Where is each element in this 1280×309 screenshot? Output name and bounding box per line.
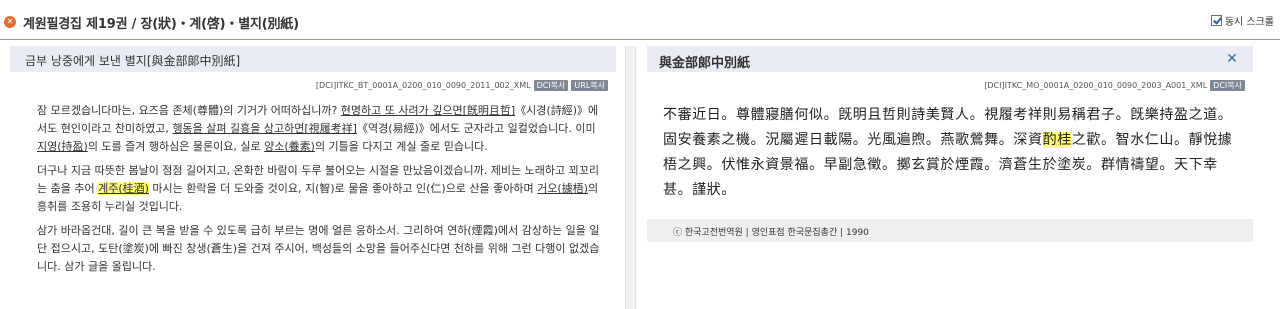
original-panel: 與金部郞中別紙 ✕ [DCI]ITKC_MO_0001A_0200_010_00… xyxy=(647,46,1253,309)
sync-scroll-label: 동시 스크롤 xyxy=(1224,17,1274,28)
footnote-link[interactable]: 거오(據梧) xyxy=(537,182,588,195)
translation-paragraph: 잠 모르겠습니다마는, 요즈음 존체(尊體)의 기거가 어떠하십니까? 현명하고… xyxy=(37,102,602,156)
original-source-row: [DCI]ITKC_MO_0001A_0200_010_0090_2003_A0… xyxy=(647,76,1253,95)
translation-panel: 금부 낭중에게 보낸 별지[與金部郞中別紙] [DCI]ITKC_BT_0001… xyxy=(10,46,616,309)
sync-scroll-checkbox[interactable] xyxy=(1210,15,1222,26)
footnote-link[interactable]: 양소(養素) xyxy=(264,140,315,153)
footnote-link[interactable]: 행동을 살펴 길흉을 상고하면[視履考祥] xyxy=(172,122,357,135)
footnote-link[interactable]: 현명하고 또 사려가 깊으면[旣明且哲] xyxy=(341,104,515,117)
dci-copy-button[interactable]: DCI복사 xyxy=(1210,80,1245,91)
original-body: 不審近日。尊體寢膳何似。旣明且哲則詩美賢人。視履考祥則易稱君子。旣樂持盈之道。固… xyxy=(647,95,1253,203)
translation-source-id: [DCI]ITKC_BT_0001A_0200_010_0090_2011_00… xyxy=(315,81,531,90)
panel-divider[interactable] xyxy=(625,46,636,309)
translation-source-row: [DCI]ITKC_BT_0001A_0200_010_0090_2011_00… xyxy=(10,76,616,95)
translation-body: 잠 모르겠습니다마는, 요즈음 존체(尊體)의 기거가 어떠하십니까? 현명하고… xyxy=(10,95,616,276)
translation-title: 금부 낭중에게 보낸 별지[與金部郞中別紙] xyxy=(25,54,241,68)
translation-text: 삼가 바라옵건대, 길이 큰 복을 받을 수 있도록 급히 부르는 명에 얼른 … xyxy=(37,224,600,273)
sync-scroll-toggle[interactable]: 동시 스크롤 xyxy=(1210,13,1274,28)
top-bar: ✕ 계원필경집 제19권 / 장(狀)・계(啓)・별지(別紙) 동시 스크롤 xyxy=(0,0,1280,40)
url-copy-button[interactable]: URL복사 xyxy=(571,80,608,91)
footnote-link[interactable]: 계주(桂酒) xyxy=(98,182,149,195)
translation-text: 의 기틀을 다지고 계실 줄로 믿습니다. xyxy=(314,140,488,153)
translation-text: 의 도를 즐겨 행하심은 물론이요, 실로 xyxy=(87,140,265,153)
page-title: 계원필경집 제19권 / 장(狀)・계(啓)・별지(別紙) xyxy=(23,17,299,32)
close-circle-icon[interactable]: ✕ xyxy=(4,16,16,28)
translation-paragraph: 삼가 바라옵건대, 길이 큰 복을 받을 수 있도록 급히 부르는 명에 얼른 … xyxy=(37,222,602,276)
translation-paragraph: 더구나 지금 따뜻한 봄날이 점점 길어지고, 온화한 바람이 두루 불어오는 … xyxy=(37,162,602,216)
translation-text: 마시는 환락을 더 도와줄 것이요, 지(智)로 물을 좋아하고 인(仁)으로 … xyxy=(148,182,538,195)
original-title: 與金部郞中別紙 xyxy=(659,56,751,71)
original-source-id: [DCI]ITKC_MO_0001A_0200_010_0090_2003_A0… xyxy=(984,81,1208,90)
original-panel-header: 與金部郞中別紙 ✕ xyxy=(647,46,1253,72)
footnote-link[interactable]: 지영(持盈) xyxy=(37,140,88,153)
original-highlight: 酌桂 xyxy=(1042,132,1072,148)
dci-copy-button[interactable]: DCI복사 xyxy=(533,80,569,91)
translation-panel-header: 금부 낭중에게 보낸 별지[與金部郞中別紙] xyxy=(10,46,616,72)
copyright-footer: ⓒ 한국고전번역원 | 영인표점 한국문집총간 | 1990 xyxy=(647,219,1253,242)
close-x-icon[interactable]: ✕ xyxy=(1225,52,1239,66)
translation-text: 《역경(易經)》에서도 군자라고 일컬었습니다. 이미 xyxy=(356,122,596,135)
translation-text: 잠 모르겠습니다마는, 요즈음 존체(尊體)의 기거가 어떠하십니까? xyxy=(37,104,341,117)
